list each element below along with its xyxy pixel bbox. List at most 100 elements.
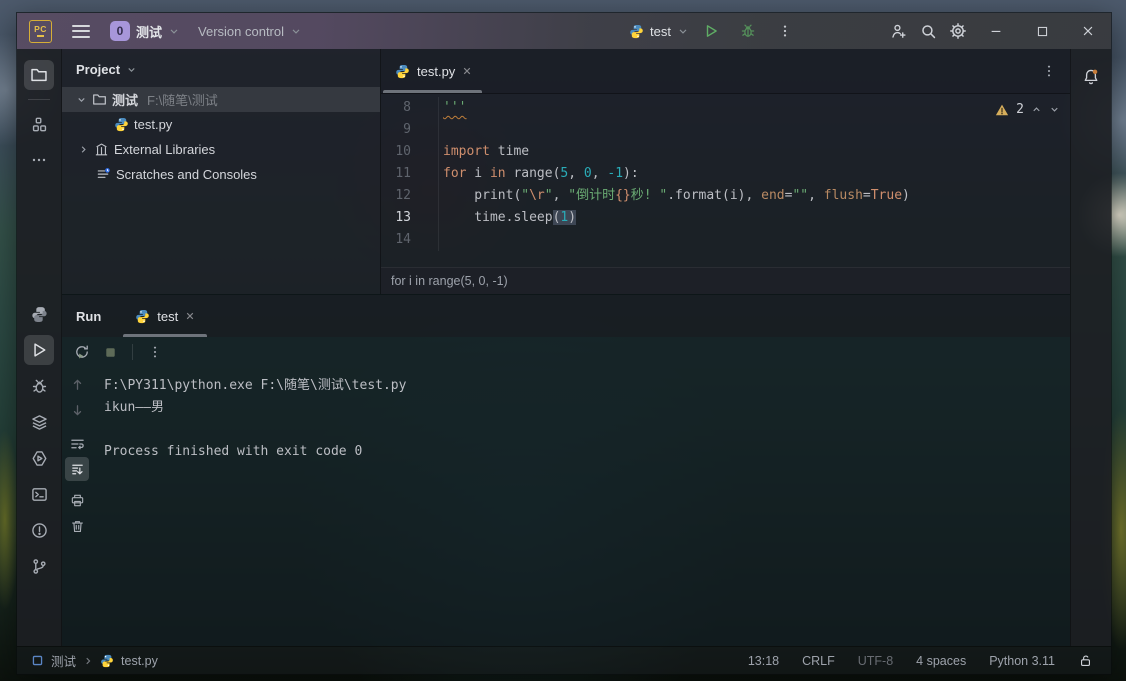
code-line[interactable]: 8 ''' [381,97,1070,119]
close-button[interactable] [1065,13,1111,49]
status-breadcrumb[interactable]: 测试 test.py [31,651,158,670]
code-line[interactable]: 14 [381,229,1070,251]
status-item[interactable]: CRLF [802,654,835,668]
code-text: ''' [438,97,1070,119]
tree-row-scratches[interactable]: Scratches and Consoles [62,162,380,187]
project-badge: 0 [110,21,130,41]
editor-tab-options-button[interactable] [1038,60,1060,82]
title-bar: PC 0 测试 Version control test [17,13,1111,49]
tab-close-icon[interactable] [185,311,195,321]
rerun-button[interactable] [70,340,94,364]
top-row: Project 测试 F:\随笔\测试 test.py External Lib… [62,49,1070,294]
debug-tool-button[interactable] [24,371,54,401]
editor-context-bar[interactable]: for i in range(5, 0, -1) [381,267,1070,294]
status-item[interactable]: 4 spaces [916,654,966,668]
settings-button[interactable] [943,17,973,45]
active-tab-indicator [123,334,208,337]
tab-close-icon[interactable] [462,66,472,76]
more-vertical-icon [153,346,157,358]
console-output[interactable]: F:\PY311\python.exe F:\随笔\测试\test.py ikun… [92,367,1070,646]
console-line: Process finished with exit code 0 [104,444,363,459]
line-number[interactable]: 11 [381,163,438,185]
lock-open-icon[interactable] [1078,653,1093,668]
python-packages-tool-button[interactable] [24,299,54,329]
chevron-expanded-icon[interactable] [76,94,87,105]
more-actions-button[interactable] [770,17,800,45]
line-number[interactable]: 9 [381,119,438,141]
line-number[interactable]: 14 [381,229,438,251]
run-configuration-selector[interactable]: test [629,24,689,39]
run-tab-test[interactable]: test [123,295,208,337]
main-menu-icon[interactable] [70,21,92,42]
problems-tool-button[interactable] [24,515,54,545]
tree-row-external-libraries[interactable]: External Libraries [62,137,380,162]
play-icon [34,343,46,357]
maximize-button[interactable] [1019,13,1065,49]
clear-console-button[interactable] [65,514,89,538]
project-name: 测试 [136,24,163,40]
scroll-to-end-button[interactable] [65,457,89,481]
jump-up-button[interactable] [65,372,89,396]
terminal-icon [31,487,47,501]
structure-tool-button[interactable] [24,109,54,139]
code-with-me-button[interactable] [883,17,913,45]
chevron-collapsed-icon[interactable] [78,144,89,155]
editor-tab-test-py[interactable]: test.py [381,49,484,93]
chevron-up-icon[interactable] [1031,104,1042,115]
run-panel-title[interactable]: Run [76,309,101,324]
console-line: ikun——男 [104,400,164,415]
pycharm-logo[interactable]: PC [29,19,52,43]
notifications-button[interactable] [1076,62,1106,92]
run-more-options-button[interactable] [143,340,167,364]
line-number[interactable]: 8 [381,97,438,119]
external-libraries-label: External Libraries [114,142,216,157]
project-widget[interactable]: 0 测试 [110,21,180,41]
stop-button[interactable] [98,340,122,364]
terminal-tool-button[interactable] [24,479,54,509]
project-root-label: 测试 [112,93,139,108]
line-number[interactable]: 12 [381,185,438,207]
code-text [438,119,1070,141]
project-panel-header[interactable]: Project [62,49,380,87]
soft-wrap-button[interactable] [65,431,89,455]
project-icon [32,655,43,666]
services-layers-tool-button[interactable] [24,407,54,437]
stop-icon [105,347,115,357]
code-line[interactable]: 10 import time [381,141,1070,163]
status-item[interactable]: UTF-8 [858,654,893,668]
tree-row-project-root[interactable]: 测试 F:\随笔\测试 [62,87,380,112]
arrow-up-icon [73,378,81,390]
code-line[interactable]: 11 for i in range(5, 0, -1): [381,163,1070,185]
minimize-button[interactable] [973,13,1019,49]
more-tool-windows-button[interactable] [24,145,54,175]
line-number[interactable]: 13 [381,207,438,229]
print-button[interactable] [65,488,89,512]
tree-row-file[interactable]: test.py [62,112,380,137]
project-tool-button[interactable] [24,60,54,90]
chevron-down-icon[interactable] [1049,104,1060,115]
version-control-menu[interactable]: Version control [198,24,302,39]
file-label: test.py [134,117,173,132]
status-item[interactable]: Python 3.11 [989,654,1055,668]
code-line[interactable]: 9 [381,119,1070,141]
status-item[interactable]: 13:18 [748,654,779,668]
run-button[interactable] [696,17,726,45]
run-tool-button[interactable] [24,335,54,365]
run-panel-header: Run test [62,295,1070,337]
code-editor[interactable]: 2 8 ''' 9 10 import time 11 for i in range(5,… [381,94,1070,267]
python-icon [101,654,113,667]
line-number[interactable]: 10 [381,141,438,163]
debug-button[interactable] [733,17,763,45]
status-widgets: 13:18 CRLF UTF-8 4 spaces Python 3.11 [748,653,1093,668]
services-tool-button[interactable] [24,443,54,473]
trash-icon [71,520,83,532]
left-tool-stripe [17,49,62,646]
console-line: F:\PY311\python.exe F:\随笔\测试\test.py [104,378,407,393]
inspections-widget[interactable]: 2 [995,102,1060,117]
version-control-tool-button[interactable] [24,551,54,581]
jump-down-button[interactable] [65,398,89,422]
search-everywhere-button[interactable] [913,17,943,45]
code-line[interactable]: 12 print("\r", "倒计时{}秒! ".format(i), end… [381,185,1070,207]
code-line[interactable]: 13 time.sleep(1) [381,207,1070,229]
